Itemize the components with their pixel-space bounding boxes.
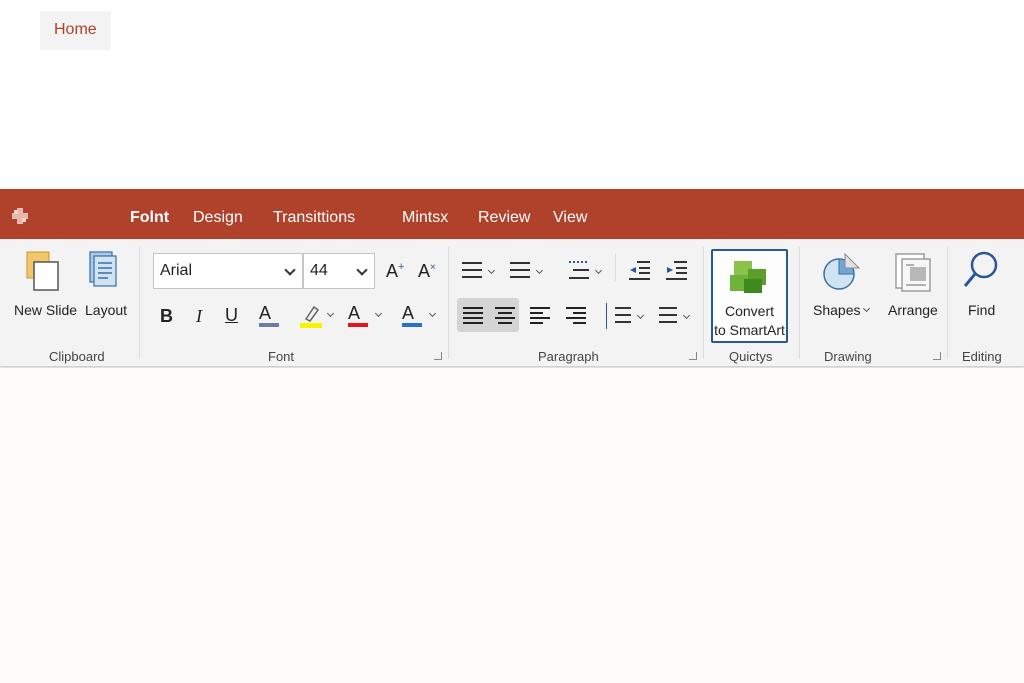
tab-design[interactable]: Design [193, 199, 243, 239]
shapes-icon[interactable] [821, 252, 861, 292]
text-direction-marker [606, 303, 607, 329]
new-slide-button[interactable]: New Slide [14, 302, 77, 318]
slide-workspace[interactable] [0, 368, 1024, 683]
chevron-down-icon[interactable] [487, 266, 496, 275]
tab-home[interactable]: Home [40, 11, 111, 50]
group-separator [799, 247, 800, 359]
color-bar [348, 323, 368, 327]
drawing-dialog-launcher[interactable] [933, 352, 941, 360]
align-center-icon[interactable] [495, 306, 515, 324]
chevron-down-icon[interactable] [326, 309, 335, 318]
arrange-button[interactable]: Arrange [888, 302, 938, 318]
group-label-font: Font [268, 349, 295, 364]
tab-mintsx[interactable]: Mintsx [402, 199, 448, 239]
arrange-icon[interactable] [893, 251, 933, 293]
chevron-down-icon[interactable] [535, 266, 544, 275]
numbering-icon[interactable] [510, 261, 532, 279]
text-outline-button[interactable]: A [259, 303, 279, 327]
tab-review[interactable]: Review [478, 199, 530, 239]
columns-icon[interactable] [613, 306, 633, 324]
layout-button[interactable]: Layout [85, 302, 127, 318]
font-size-combobox[interactable]: 44 [303, 253, 375, 289]
character-shading-button[interactable]: A [402, 303, 422, 327]
group-label-drawing: Drawing [824, 349, 872, 364]
justify-icon[interactable] [463, 306, 483, 324]
align-right-icon[interactable] [566, 306, 586, 324]
group-separator [448, 247, 449, 359]
font-name-value: Arial [160, 262, 193, 279]
shapes-button[interactable]: Shapes [813, 302, 860, 318]
chevron-down-icon[interactable] [374, 309, 383, 318]
underline-button[interactable]: U [225, 305, 238, 326]
group-separator [947, 247, 948, 359]
tab-view[interactable]: View [553, 199, 587, 239]
multilevel-list-icon[interactable] [567, 260, 591, 280]
color-bar [259, 323, 279, 327]
group-separator [139, 247, 140, 359]
chevron-down-icon[interactable] [594, 266, 603, 275]
group-label-quick-styles: Quictys [729, 349, 773, 364]
line-spacing-icon[interactable] [659, 306, 679, 324]
app-menu-icon[interactable] [11, 207, 29, 225]
shrink-font-button[interactable]: A× [418, 261, 436, 282]
smartart-icon [730, 261, 766, 293]
font-dialog-launcher[interactable] [434, 352, 442, 360]
new-slide-icon[interactable] [24, 250, 62, 292]
group-label-clipboard: Clipboard [49, 349, 105, 364]
group-separator [703, 247, 704, 359]
convert-label-line1: Convert [724, 303, 775, 319]
font-color-button[interactable]: A [348, 303, 368, 327]
chevron-down-icon[interactable] [682, 311, 691, 320]
decrease-indent-icon[interactable] [629, 260, 651, 280]
convert-label-line2: to SmartArt [714, 322, 785, 338]
bold-button[interactable]: B [160, 306, 173, 327]
paragraph-dialog-launcher[interactable] [689, 352, 697, 360]
align-left-icon[interactable] [530, 306, 550, 324]
highlighter-icon[interactable] [300, 303, 322, 328]
increase-indent-icon[interactable] [666, 260, 688, 280]
font-name-combobox[interactable]: Arial [153, 253, 303, 289]
convert-to-smartart-button[interactable]: Convert to SmartArt [711, 249, 788, 343]
search-icon[interactable] [962, 250, 1000, 292]
bullets-icon[interactable] [462, 261, 484, 279]
chevron-down-icon[interactable] [862, 304, 871, 313]
tab-transitions[interactable]: Transittions [273, 199, 355, 239]
find-button[interactable]: Find [968, 302, 995, 318]
chevron-down-icon[interactable] [356, 264, 368, 276]
group-label-editing: Editing [962, 349, 1002, 364]
tab-font[interactable]: Folnt [130, 199, 169, 239]
separator-vertical [615, 253, 616, 281]
ribbon-panel: New Slide Layout Clipboard Arial 44 A+ A… [0, 239, 1024, 367]
grow-font-button[interactable]: A+ [386, 261, 404, 282]
group-label-paragraph: Paragraph [538, 349, 599, 364]
font-size-value: 44 [310, 262, 328, 279]
color-bar [402, 323, 422, 327]
chevron-down-icon[interactable] [636, 311, 645, 320]
chevron-down-icon[interactable] [284, 264, 296, 276]
italic-button[interactable]: I [196, 306, 202, 327]
layout-icon[interactable] [88, 250, 118, 290]
chevron-down-icon[interactable] [428, 309, 437, 318]
